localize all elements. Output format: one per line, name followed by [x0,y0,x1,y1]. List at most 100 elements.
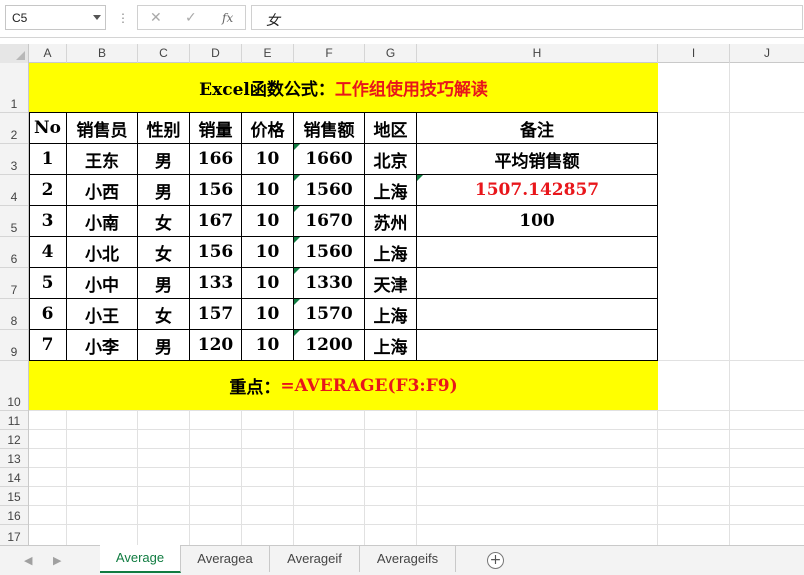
table-cell[interactable]: 男 [138,330,190,360]
table-cell[interactable]: 小西 [67,175,138,206]
notes-cell[interactable]: 1507.142857 [417,175,657,206]
table-cell[interactable]: 北京 [365,144,417,175]
notes-cell[interactable] [417,330,657,360]
scroll-right-icon[interactable]: ▶ [53,554,61,567]
row-header-13[interactable]: 13 [0,449,28,468]
table-cell[interactable]: 10 [242,175,294,206]
table-cell[interactable]: 上海 [365,175,417,206]
column-header-d[interactable]: D [190,44,242,63]
table-cell[interactable]: 133 [190,268,242,299]
table-cell[interactable]: 120 [190,330,242,360]
table-cell[interactable]: 王东 [67,144,138,175]
column-header-a[interactable]: A [29,44,67,63]
table-cell[interactable]: 小王 [67,299,138,330]
row-header-15[interactable]: 15 [0,487,28,506]
table-cell[interactable]: 10 [242,299,294,330]
row-header-8[interactable]: 8 [0,299,28,330]
table-cell[interactable]: 157 [190,299,242,330]
row-header-16[interactable]: 16 [0,506,28,525]
table-cell[interactable]: 男 [138,268,190,299]
header-sales-amount[interactable]: 销售额 [294,113,365,144]
row-header-9[interactable]: 9 [0,330,28,361]
scroll-left-icon[interactable]: ◀ [24,554,32,567]
table-cell[interactable]: 女 [138,237,190,268]
table-cell[interactable]: 苏州 [365,206,417,237]
tab-average[interactable]: Average [100,545,181,573]
table-cell[interactable]: 167 [190,206,242,237]
table-cell[interactable]: 1 [29,144,67,175]
chevron-down-icon[interactable] [93,15,101,20]
row-header-4[interactable]: 4 [0,175,28,206]
table-cell[interactable]: 4 [29,237,67,268]
table-cell[interactable]: 男 [138,175,190,206]
header-no[interactable]: No [29,113,67,144]
select-all-button[interactable] [0,44,29,63]
table-cell[interactable]: 小北 [67,237,138,268]
row-header-6[interactable]: 6 [0,237,28,268]
cancel-icon[interactable]: ✕ [150,10,162,26]
table-cell[interactable]: 2 [29,175,67,206]
table-cell[interactable]: 上海 [365,299,417,330]
row-header-3[interactable]: 3 [0,144,28,175]
row-header-2[interactable]: 2 [0,113,28,144]
table-cell[interactable]: 7 [29,330,67,360]
column-header-i[interactable]: I [658,44,730,63]
table-cell[interactable]: 10 [242,268,294,299]
column-header-h[interactable]: H [417,44,658,63]
row-header-14[interactable]: 14 [0,468,28,487]
table-cell[interactable]: 10 [242,330,294,360]
table-cell[interactable]: 女 [138,299,190,330]
insert-function-icon[interactable]: fx [222,11,233,25]
header-salesperson[interactable]: 销售员 [67,113,138,144]
add-sheet-icon[interactable]: + [487,552,504,569]
tab-averagea[interactable]: Averagea [181,546,270,572]
table-cell[interactable]: 小南 [67,206,138,237]
table-cell[interactable]: 3 [29,206,67,237]
table-cell[interactable]: 1560 [294,237,365,268]
column-header-e[interactable]: E [242,44,294,63]
table-cell[interactable]: 女 [138,206,190,237]
footer-cell[interactable]: 重点： =AVERAGE(F3:F9) [29,361,658,410]
enter-icon[interactable]: ✓ [185,10,197,26]
table-cell[interactable]: 小中 [67,268,138,299]
notes-cell[interactable]: 100 [417,206,657,237]
table-cell[interactable]: 1200 [294,330,365,360]
notes-cell[interactable] [417,299,657,330]
table-cell[interactable]: 天津 [365,268,417,299]
table-cell[interactable]: 上海 [365,237,417,268]
notes-cell[interactable] [417,268,657,299]
name-box[interactable]: C5 [5,5,106,30]
row-header-17[interactable]: 17 [0,525,28,545]
table-cell[interactable]: 1330 [294,268,365,299]
tab-averageif[interactable]: Averageif [270,546,360,572]
header-notes[interactable]: 备注 [417,113,657,144]
row-header-12[interactable]: 12 [0,430,28,449]
table-cell[interactable]: 1570 [294,299,365,330]
formula-input[interactable]: 女 [251,5,803,30]
worksheet-grid[interactable]: Excel函数公式： 工作组使用技巧解读 No 销售员 性别 销量 价格 销售额 … [29,63,804,545]
row-header-10[interactable]: 10 [0,361,28,411]
row-header-7[interactable]: 7 [0,268,28,299]
column-header-c[interactable]: C [138,44,190,63]
table-cell[interactable]: 10 [242,144,294,175]
table-cell[interactable]: 男 [138,144,190,175]
column-header-b[interactable]: B [67,44,138,63]
header-region[interactable]: 地区 [365,113,417,144]
title-cell[interactable]: Excel函数公式： 工作组使用技巧解读 [29,63,658,112]
tab-averageifs[interactable]: Averageifs [360,546,456,572]
column-header-g[interactable]: G [365,44,417,63]
table-cell[interactable]: 6 [29,299,67,330]
table-cell[interactable]: 156 [190,237,242,268]
table-cell[interactable]: 166 [190,144,242,175]
header-gender[interactable]: 性别 [138,113,190,144]
column-header-f[interactable]: F [294,44,365,63]
row-header-11[interactable]: 11 [0,411,28,430]
table-cell[interactable]: 1660 [294,144,365,175]
table-cell[interactable]: 10 [242,237,294,268]
table-cell[interactable]: 上海 [365,330,417,360]
table-cell[interactable]: 小李 [67,330,138,360]
row-header-1[interactable]: 1 [0,63,28,113]
row-header-5[interactable]: 5 [0,206,28,237]
column-header-j[interactable]: J [730,44,804,63]
table-cell[interactable]: 1560 [294,175,365,206]
